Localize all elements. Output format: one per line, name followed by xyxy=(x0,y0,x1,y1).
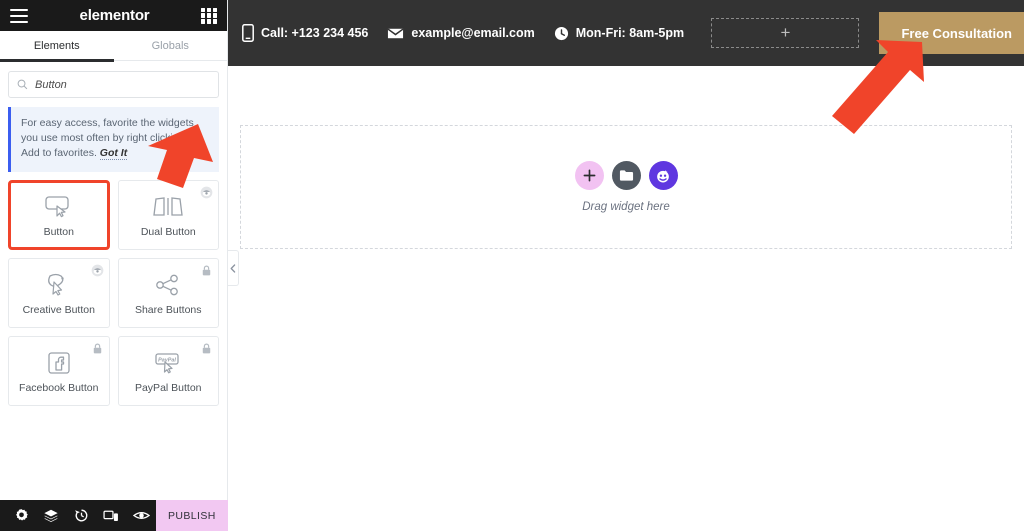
free-consultation-button[interactable]: Free Consultation xyxy=(879,12,1024,54)
history-icon[interactable] xyxy=(66,500,96,531)
widget-label: PayPal Button xyxy=(134,381,202,394)
editor-canvas: Call: +123 234 456 example@email.com Mon… xyxy=(228,0,1024,531)
responsive-mode-icon[interactable] xyxy=(96,500,126,531)
paypal-button-widget-icon: PayPal xyxy=(151,349,185,377)
tab-elements[interactable]: Elements xyxy=(0,31,114,62)
search-input[interactable] xyxy=(35,78,210,91)
chevron-left-icon xyxy=(230,263,236,273)
widget-label: Share Buttons xyxy=(134,303,202,316)
hamburger-icon[interactable] xyxy=(10,8,28,23)
facebook-button-widget-icon xyxy=(46,349,72,377)
lock-icon xyxy=(202,343,211,354)
creative-button-widget-icon xyxy=(44,271,74,299)
envelope-icon xyxy=(387,27,404,38)
contact-hours[interactable]: Mon-Fri: 8am-5pm xyxy=(554,26,684,41)
panel-tabs: Elements Globals xyxy=(0,31,228,62)
widget-card-facebook-button[interactable]: Facebook Button xyxy=(8,336,110,406)
contact-email-label: example@email.com xyxy=(411,26,535,40)
contact-phone[interactable]: Call: +123 234 456 xyxy=(242,24,368,42)
ai-generate-button[interactable] xyxy=(648,161,678,190)
header-add-element-slot[interactable]: + xyxy=(711,18,860,48)
widget-label: Dual Button xyxy=(140,225,196,238)
widget-drop-area[interactable]: Drag widget here xyxy=(240,125,1012,249)
widget-card-share-buttons[interactable]: Share Buttons xyxy=(117,258,219,328)
panel-collapse-handle[interactable] xyxy=(228,250,239,286)
contact-phone-label: Call: +123 234 456 xyxy=(261,26,369,40)
lock-icon xyxy=(93,343,101,354)
mobile-phone-icon xyxy=(242,24,254,42)
button-widget-icon xyxy=(44,193,74,221)
plus-icon xyxy=(583,169,595,182)
search-section xyxy=(0,61,227,98)
apps-grid-icon[interactable] xyxy=(200,7,217,24)
pro-badge-icon xyxy=(91,264,103,277)
panel-header: elementor xyxy=(0,0,227,31)
settings-gear-icon[interactable] xyxy=(6,500,36,531)
drag-widget-here-label: Drag widget here xyxy=(582,201,670,213)
dual-button-widget-icon xyxy=(151,193,185,221)
ai-robot-icon xyxy=(657,169,669,182)
contact-email[interactable]: example@email.com xyxy=(387,26,535,40)
favorites-notice: For easy access, favorite the widgets yo… xyxy=(8,107,219,172)
got-it-link[interactable]: Got It xyxy=(99,147,128,160)
site-header-section: Call: +123 234 456 example@email.com Mon… xyxy=(228,0,1024,66)
elementor-logo-text: elementor xyxy=(79,7,150,24)
elementor-editor: elementor Elements Globals For easy acce… xyxy=(0,0,1024,531)
widget-card-paypal-button[interactable]: PayPal PayPal Button xyxy=(117,336,219,406)
folder-icon xyxy=(619,170,633,181)
widget-grid: Button Dual Button Creative Button Share… xyxy=(0,172,227,406)
contact-info-group: Call: +123 234 456 example@email.com Mon… xyxy=(242,24,684,42)
widget-card-button[interactable]: Button xyxy=(8,180,110,250)
publish-button[interactable]: PUBLISH xyxy=(156,500,228,531)
preview-eye-icon[interactable] xyxy=(126,500,156,531)
add-element-button[interactable] xyxy=(574,161,604,190)
panel-bottom-bar: PUBLISH xyxy=(0,500,240,531)
widget-label: Facebook Button xyxy=(19,381,99,394)
widget-card-creative-button[interactable]: Creative Button xyxy=(8,258,110,328)
search-icon xyxy=(17,79,28,90)
share-buttons-widget-icon xyxy=(154,271,182,299)
clock-icon xyxy=(554,26,568,40)
widget-card-dual-button[interactable]: Dual Button xyxy=(117,180,219,250)
elementor-panel: elementor Elements Globals For easy acce… xyxy=(0,0,240,531)
canvas-action-buttons xyxy=(574,161,678,190)
layers-navigator-icon[interactable] xyxy=(36,500,66,531)
contact-hours-label: Mon-Fri: 8am-5pm xyxy=(575,26,685,40)
svg-text:PayPal: PayPal xyxy=(158,357,176,363)
widget-label: Button xyxy=(43,225,74,238)
lock-icon xyxy=(202,265,211,276)
add-template-button[interactable] xyxy=(611,161,641,190)
bottom-bar-icons xyxy=(0,500,156,531)
favorites-notice-section: For easy access, favorite the widgets yo… xyxy=(0,98,227,172)
widget-label: Creative Button xyxy=(22,303,95,316)
pro-badge-icon xyxy=(200,186,213,199)
search-widget-box[interactable] xyxy=(8,71,219,98)
tab-globals[interactable]: Globals xyxy=(114,31,228,61)
